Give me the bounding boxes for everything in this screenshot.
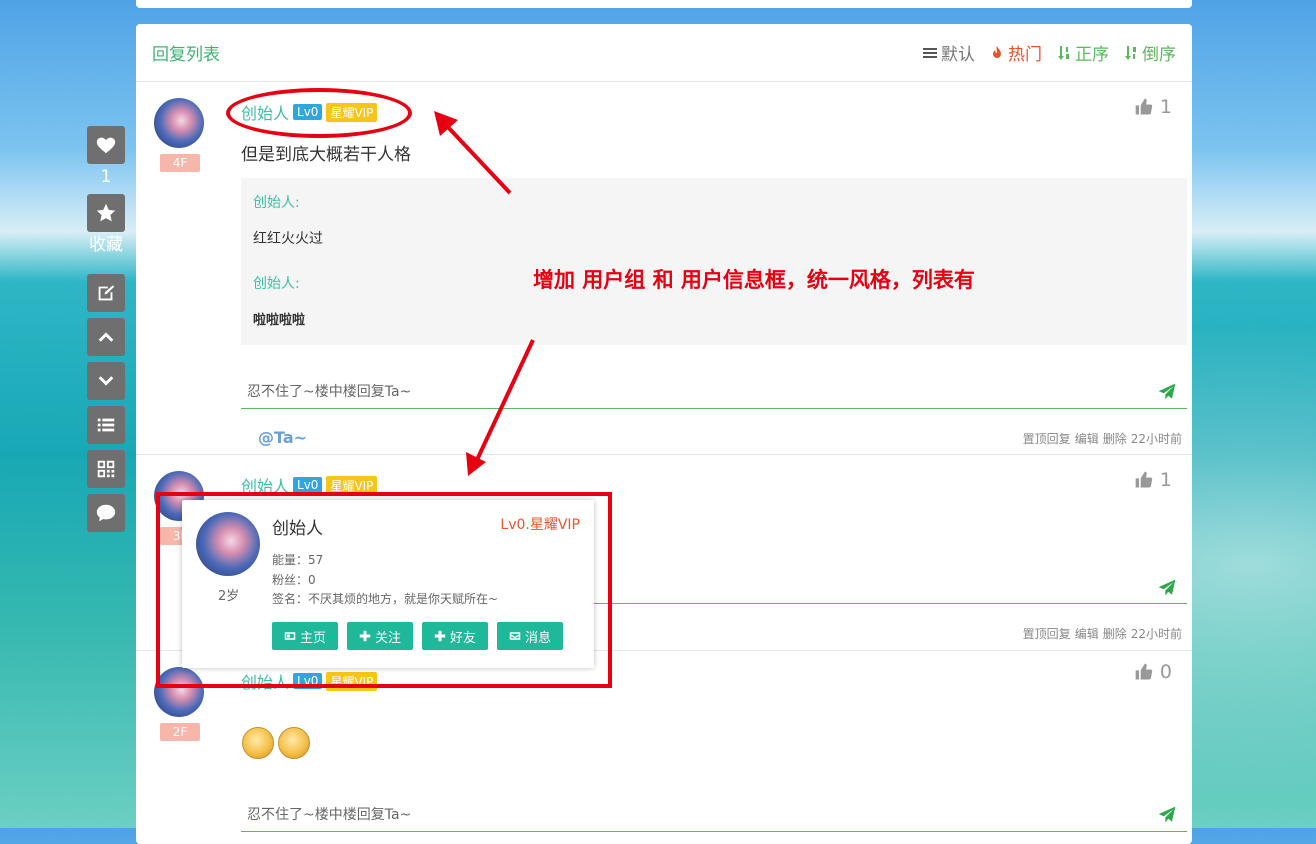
- like-button[interactable]: 1: [1134, 469, 1172, 491]
- collect-button[interactable]: [87, 194, 125, 232]
- star-icon: [96, 203, 116, 222]
- delete-link[interactable]: 删除: [1103, 430, 1127, 447]
- send-button[interactable]: [1157, 805, 1177, 825]
- list-button[interactable]: [87, 406, 125, 444]
- sort-desc[interactable]: 倒序: [1123, 40, 1176, 65]
- edit-link[interactable]: 编辑: [1075, 430, 1099, 447]
- annotation-text: 增加 用户组 和 用户信息框，统一风格，列表有: [533, 268, 975, 292]
- send-button[interactable]: [1157, 578, 1177, 598]
- card-header: 回复列表 默认 热门 正序 倒序: [136, 24, 1192, 82]
- sub-reply-input[interactable]: [241, 376, 1049, 408]
- scroll-up-button[interactable]: [87, 318, 125, 356]
- sort-default-label: 默认: [941, 45, 975, 65]
- thumbs-up-icon: [1135, 98, 1153, 115]
- edit-icon: [98, 285, 115, 301]
- sort-asc-icon: [1058, 45, 1069, 60]
- chevron-down-icon: [98, 376, 114, 386]
- chevron-up-icon: [98, 332, 114, 342]
- at-mention-link[interactable]: @Ta~: [258, 428, 307, 447]
- thumbs-up-icon: [1135, 663, 1153, 680]
- like-button[interactable]: 1: [1134, 96, 1172, 118]
- paper-plane-icon: [1158, 579, 1176, 596]
- sub-reply-box: [241, 799, 1187, 832]
- heart-icon: [96, 137, 116, 154]
- edit-link[interactable]: 编辑: [1075, 625, 1099, 642]
- annotation-ellipse: [226, 88, 412, 138]
- reply-actions: 置顶回复 编辑 删除 22小时前: [1023, 430, 1182, 447]
- pin-reply-link[interactable]: 置顶回复: [1023, 430, 1071, 447]
- fire-icon: [993, 45, 1001, 58]
- sort-asc-label: 正序: [1075, 45, 1109, 65]
- floor-badge: 4F: [160, 154, 200, 172]
- annotation-rectangle: [156, 492, 612, 688]
- quote-text: 啦啦啦啦: [253, 313, 306, 328]
- comment-button[interactable]: [87, 494, 125, 532]
- reply-actions: 置顶回复 编辑 删除 22小时前: [1023, 625, 1182, 642]
- sub-reply-input[interactable]: [241, 799, 1049, 831]
- sort-hot[interactable]: 热门: [989, 40, 1042, 65]
- like-count: 1: [1159, 96, 1172, 118]
- pin-reply-link[interactable]: 置顶回复: [1023, 625, 1071, 642]
- sort-asc[interactable]: 正序: [1056, 40, 1109, 65]
- collect-label: 收藏: [89, 235, 123, 255]
- quoted-replies: 创始人: 红红火火过 创始人: 啦啦啦啦: [241, 178, 1187, 345]
- sort-hot-label: 热门: [1008, 45, 1042, 65]
- timestamp: 22小时前: [1130, 627, 1182, 641]
- like-count: 1: [1159, 469, 1172, 491]
- send-button[interactable]: [1157, 382, 1177, 402]
- sort-desc-icon: [1125, 45, 1136, 60]
- edit-button[interactable]: [87, 274, 125, 312]
- list-icon: [97, 418, 115, 432]
- level-badge: Lv0: [293, 477, 323, 493]
- quote-text: 红红火火过: [253, 231, 323, 247]
- thumbs-up-icon: [1135, 471, 1153, 488]
- like-button[interactable]: [87, 126, 125, 164]
- like-button[interactable]: 0: [1134, 661, 1172, 683]
- side-toolbar: 1 收藏: [87, 126, 125, 538]
- sort-desc-label: 倒序: [1142, 45, 1176, 65]
- sub-reply-box: [241, 376, 1187, 409]
- like-count: 1: [100, 167, 112, 187]
- sort-options: 默认 热门 正序 倒序: [922, 40, 1176, 65]
- paper-plane-icon: [1158, 383, 1176, 400]
- smile-emoji-icon: [242, 727, 274, 759]
- avatar[interactable]: [154, 98, 204, 148]
- reply-list-card: 回复列表 默认 热门 正序 倒序 4F 创始人 Lv0 星耀VIP 1 但是到底…: [136, 24, 1192, 844]
- smile-emoji-icon: [278, 727, 310, 759]
- bars-icon: [923, 47, 937, 58]
- floor-badge: 2F: [160, 723, 200, 741]
- like-count: 0: [1159, 661, 1172, 683]
- reply-content: 但是到底大概若干人格: [241, 145, 411, 165]
- timestamp: 22小时前: [1130, 432, 1182, 446]
- quote-author[interactable]: 创始人:: [253, 273, 300, 293]
- qrcode-icon: [97, 460, 115, 478]
- quote-author[interactable]: 创始人:: [253, 192, 300, 212]
- delete-link[interactable]: 删除: [1103, 625, 1127, 642]
- sort-default[interactable]: 默认: [922, 40, 975, 65]
- card-title: 回复列表: [152, 45, 220, 65]
- paper-plane-icon: [1158, 806, 1176, 823]
- comment-icon: [96, 504, 116, 522]
- qrcode-button[interactable]: [87, 450, 125, 488]
- scroll-down-button[interactable]: [87, 362, 125, 400]
- previous-card-edge: [136, 0, 1192, 8]
